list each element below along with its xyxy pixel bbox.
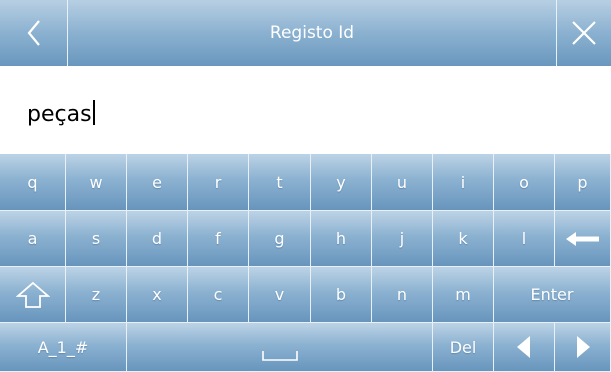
- key-label: l: [521, 229, 527, 248]
- cursor-right-icon: [576, 336, 590, 358]
- key-s[interactable]: s: [66, 211, 127, 267]
- key-label: q: [27, 172, 38, 192]
- key-label: e: [152, 172, 162, 192]
- chevron-left-icon: [27, 20, 40, 46]
- key-n[interactable]: n: [372, 267, 433, 323]
- key-j[interactable]: j: [372, 211, 433, 267]
- key-c[interactable]: c: [188, 267, 249, 323]
- key-label: a: [27, 229, 38, 248]
- key-t[interactable]: t: [249, 154, 311, 211]
- key-label: p: [577, 172, 588, 192]
- key-label: j: [399, 229, 405, 248]
- key-label: h: [335, 229, 347, 248]
- text-caret: [92, 100, 95, 125]
- mode-switch-button[interactable]: A_1_#: [0, 323, 127, 372]
- key-label: d: [151, 229, 163, 248]
- key-label: g: [274, 229, 285, 248]
- del-button[interactable]: Del: [433, 323, 494, 372]
- key-y[interactable]: y: [311, 154, 372, 211]
- key-label: k: [458, 229, 468, 248]
- space-bar-icon: [261, 351, 298, 361]
- key-label: y: [336, 172, 346, 192]
- key-z[interactable]: z: [66, 267, 127, 323]
- text-input[interactable]: peças: [27, 100, 95, 128]
- shift-arrow-icon: [15, 281, 50, 308]
- key-label: z: [91, 285, 101, 304]
- key-label: f: [215, 229, 221, 248]
- enter-button[interactable]: Enter: [494, 267, 611, 323]
- close-icon: [572, 21, 596, 45]
- key-label: m: [455, 285, 471, 304]
- cursor-left-button[interactable]: [494, 323, 555, 372]
- key-label: w: [89, 172, 103, 192]
- key-b[interactable]: b: [311, 267, 372, 323]
- key-q[interactable]: q: [0, 154, 66, 211]
- key-label: s: [91, 229, 101, 248]
- key-g[interactable]: g: [249, 211, 311, 267]
- title-bar: Registo Id: [68, 0, 556, 66]
- key-o[interactable]: o: [494, 154, 555, 211]
- cursor-right-button[interactable]: [555, 323, 611, 372]
- key-r[interactable]: r: [188, 154, 249, 211]
- key-e[interactable]: e: [127, 154, 188, 211]
- enter-label: Enter: [530, 285, 574, 304]
- key-a[interactable]: a: [0, 211, 66, 267]
- space-bar[interactable]: [127, 323, 433, 372]
- key-k[interactable]: k: [433, 211, 494, 267]
- key-label: x: [152, 285, 162, 304]
- key-h[interactable]: h: [311, 211, 372, 267]
- key-label: b: [335, 285, 347, 304]
- key-v[interactable]: v: [249, 267, 311, 323]
- key-label: r: [214, 172, 222, 192]
- key-label: n: [396, 285, 408, 304]
- key-f[interactable]: f: [188, 211, 249, 267]
- backspace-button[interactable]: [555, 211, 611, 267]
- key-label: t: [276, 172, 283, 192]
- back-button[interactable]: [0, 0, 68, 66]
- text-input-area[interactable]: peças: [0, 66, 611, 154]
- key-p[interactable]: p: [555, 154, 611, 211]
- key-label: o: [519, 172, 529, 192]
- input-value: peças: [27, 102, 92, 127]
- key-w[interactable]: w: [66, 154, 127, 211]
- key-label: v: [274, 285, 285, 304]
- key-i[interactable]: i: [433, 154, 494, 211]
- key-x[interactable]: x: [127, 267, 188, 323]
- close-button[interactable]: [556, 0, 611, 66]
- on-screen-keyboard: q w e r t y u i o p a s d f g h j k l z …: [0, 154, 611, 372]
- cursor-left-icon: [517, 336, 530, 358]
- page-title: Registo Id: [269, 23, 355, 43]
- key-label: u: [396, 172, 408, 192]
- key-d[interactable]: d: [127, 211, 188, 267]
- key-l[interactable]: l: [494, 211, 555, 267]
- mode-label: A_1_#: [37, 337, 89, 357]
- key-u[interactable]: u: [372, 154, 433, 211]
- key-m[interactable]: m: [433, 267, 494, 323]
- key-label: c: [213, 285, 223, 304]
- backspace-arrow-icon: [565, 231, 599, 246]
- shift-button[interactable]: [0, 267, 66, 323]
- key-label: i: [460, 172, 466, 192]
- del-label: Del: [449, 337, 477, 357]
